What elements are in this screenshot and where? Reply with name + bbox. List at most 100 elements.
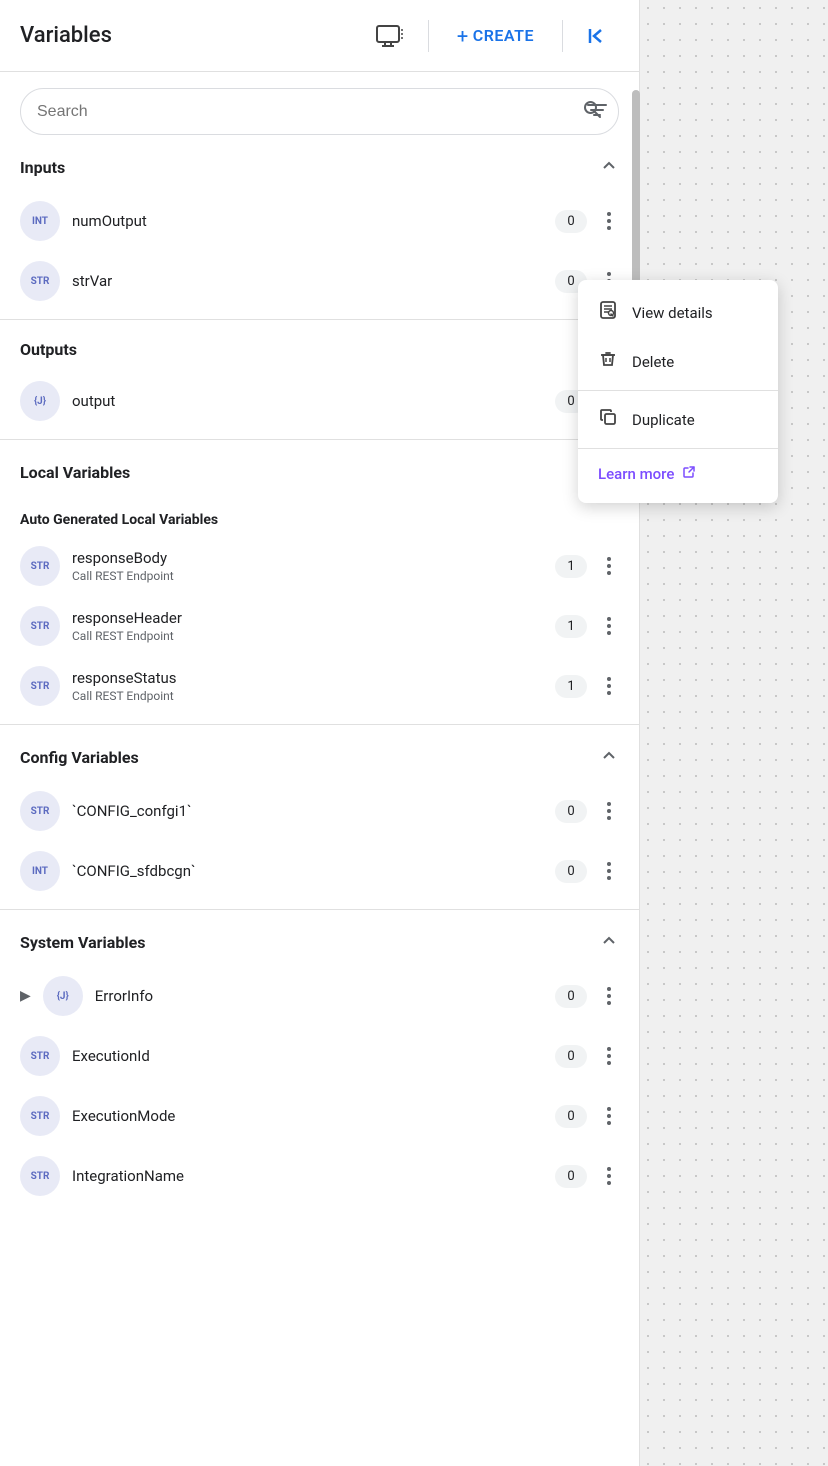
three-dot-executionMode[interactable] [599,1103,619,1129]
three-dot-config2[interactable] [599,858,619,884]
expand-arrow-errorInfo[interactable]: ▶ [20,988,31,1004]
header-divider-2 [562,20,563,52]
divider-1 [0,319,639,320]
system-collapse-button[interactable] [599,930,619,954]
var-count-responseBody: 1 [555,555,587,578]
search-input[interactable] [37,103,574,121]
search-section [0,72,639,143]
var-name-strVar: strVar [72,272,543,290]
var-info-config1: `CONFIG_confgi1` [72,802,543,820]
var-info-numOutput: numOutput [72,212,543,230]
badge-str-executionMode: STR [20,1096,60,1136]
var-count-responseStatus: 1 [555,675,587,698]
var-name-executionId: ExecutionId [72,1047,543,1065]
var-row-errorInfo: ▶ {J} ErrorInfo 0 [0,966,639,1026]
var-info-responseBody: responseBody Call REST Endpoint [72,549,543,583]
three-dot-responseBody[interactable] [599,553,619,579]
view-details-icon [598,300,618,325]
var-name-config1: `CONFIG_confgi1` [72,802,543,820]
learn-more-label: Learn more [598,465,674,483]
var-row-numOutput: INT numOutput 0 [0,191,639,251]
var-count-executionMode: 0 [555,1105,587,1128]
badge-json-errorInfo: {J} [43,976,83,1016]
duplicate-label: Duplicate [632,411,695,429]
badge-str-strVar: STR [20,261,60,301]
auto-generated-label: Auto Generated Local Variables [0,496,639,536]
inputs-collapse-button[interactable] [599,155,619,179]
view-details-label: View details [632,304,713,322]
context-menu: View details Delete Du [578,280,778,503]
create-label: CREATE [473,26,534,45]
menu-item-learn-more[interactable]: Learn more [578,453,778,495]
badge-str-config1: STR [20,791,60,831]
collapse-panel-button[interactable] [579,16,619,56]
var-name-responseBody: responseBody [72,549,543,567]
system-title: System Variables [20,933,145,952]
three-dot-responseStatus[interactable] [599,673,619,699]
var-row-output: {J} output 0 [0,371,639,431]
var-info-executionId: ExecutionId [72,1047,543,1065]
scrollbar[interactable] [632,90,640,290]
three-dot-errorInfo[interactable] [599,983,619,1009]
badge-json-output: {J} [20,381,60,421]
header-divider [428,20,429,52]
three-dot-executionId[interactable] [599,1043,619,1069]
var-count-numOutput: 0 [555,210,587,233]
inputs-title: Inputs [20,158,65,177]
menu-item-duplicate[interactable]: Duplicate [578,395,778,444]
var-row-responseStatus: STR responseStatus Call REST Endpoint 1 [0,656,639,716]
var-info-responseHeader: responseHeader Call REST Endpoint [72,609,543,643]
screen-icon-button[interactable] [368,17,412,55]
right-panel [640,0,828,1466]
var-name-integrationName: IntegrationName [72,1167,543,1185]
local-section-header: Local Variables [0,448,639,496]
var-row-executionId: STR ExecutionId 0 [0,1026,639,1086]
menu-divider-2 [578,448,778,449]
delete-label: Delete [632,353,674,371]
var-name-responseHeader: responseHeader [72,609,543,627]
menu-item-delete[interactable]: Delete [578,337,778,386]
var-name-responseStatus: responseStatus [72,669,543,687]
three-dot-config1[interactable] [599,798,619,824]
badge-str-executionId: STR [20,1036,60,1076]
divider-2 [0,439,639,440]
var-count-executionId: 0 [555,1045,587,1068]
badge-str-responseStatus: STR [20,666,60,706]
var-subtitle-responseBody: Call REST Endpoint [72,569,543,583]
external-link-icon [682,465,696,483]
var-subtitle-responseHeader: Call REST Endpoint [72,629,543,643]
var-info-errorInfo: ErrorInfo [95,987,543,1005]
create-button[interactable]: + CREATE [445,16,546,56]
var-name-errorInfo: ErrorInfo [95,987,543,1005]
config-section-header: Config Variables [0,733,639,781]
config-collapse-button[interactable] [599,745,619,769]
badge-int: INT [20,201,60,241]
search-box[interactable] [20,88,619,135]
system-section-header: System Variables [0,918,639,966]
menu-divider [578,390,778,391]
var-info-integrationName: IntegrationName [72,1167,543,1185]
three-dot-numOutput[interactable] [599,208,619,234]
plus-icon: + [457,24,469,48]
filter-button[interactable] [585,98,609,126]
var-info-output: output [72,392,543,410]
var-name-executionMode: ExecutionMode [72,1107,543,1125]
var-count-errorInfo: 0 [555,985,587,1008]
var-name-numOutput: numOutput [72,212,543,230]
var-count-config2: 0 [555,860,587,883]
duplicate-icon [598,407,618,432]
badge-str-responseHeader: STR [20,606,60,646]
var-row-config2: INT `CONFIG_sfdbcgn` 0 [0,841,639,901]
delete-icon [598,349,618,374]
var-info-responseStatus: responseStatus Call REST Endpoint [72,669,543,703]
three-dot-responseHeader[interactable] [599,613,619,639]
divider-3 [0,724,639,725]
menu-item-view-details[interactable]: View details [578,288,778,337]
badge-str-responseBody: STR [20,546,60,586]
outputs-section-header: Outputs [0,328,639,371]
var-row-config1: STR `CONFIG_confgi1` 0 [0,781,639,841]
var-row-responseHeader: STR responseHeader Call REST Endpoint 1 [0,596,639,656]
badge-str-integrationName: STR [20,1156,60,1196]
three-dot-integrationName[interactable] [599,1163,619,1189]
page-title: Variables [20,23,352,48]
